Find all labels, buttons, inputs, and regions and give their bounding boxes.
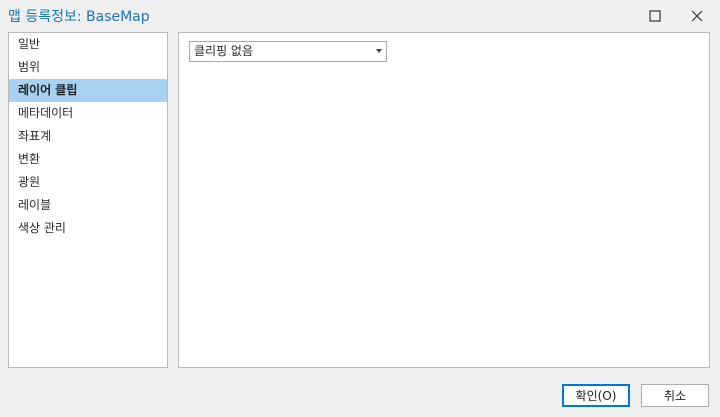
clip-mode-dropdown[interactable]: 클리핑 없음: [189, 41, 387, 62]
close-icon: [691, 10, 703, 22]
caret-down-icon: [376, 49, 382, 53]
maximize-button[interactable]: [638, 2, 672, 30]
cancel-button[interactable]: 취소: [641, 384, 709, 407]
nav-item-layer-clip[interactable]: 레이어 클립: [9, 79, 167, 102]
clip-mode-value: 클리핑 없음: [194, 44, 254, 58]
close-button[interactable]: [680, 2, 714, 30]
window-title: 맵 등록정보: BaseMap: [8, 9, 150, 25]
nav-item-extent[interactable]: 범위: [9, 56, 167, 79]
nav-item-coordinate-system[interactable]: 좌표계: [9, 125, 167, 148]
property-nav-list: 일반 범위 레이어 클립 메타데이터 좌표계 변환 광원 레이블 색상 관리: [8, 32, 168, 368]
maximize-icon: [649, 10, 661, 22]
nav-item-general[interactable]: 일반: [9, 33, 167, 56]
nav-item-metadata[interactable]: 메타데이터: [9, 102, 167, 125]
nav-item-transformation[interactable]: 변환: [9, 148, 167, 171]
content-panel: 클리핑 없음: [178, 32, 710, 368]
ok-button[interactable]: 확인(O): [562, 384, 630, 407]
title-bar: 맵 등록정보: BaseMap: [0, 0, 720, 32]
nav-item-illumination[interactable]: 광원: [9, 171, 167, 194]
nav-item-labels[interactable]: 레이블: [9, 194, 167, 217]
nav-item-color-management[interactable]: 색상 관리: [9, 217, 167, 240]
